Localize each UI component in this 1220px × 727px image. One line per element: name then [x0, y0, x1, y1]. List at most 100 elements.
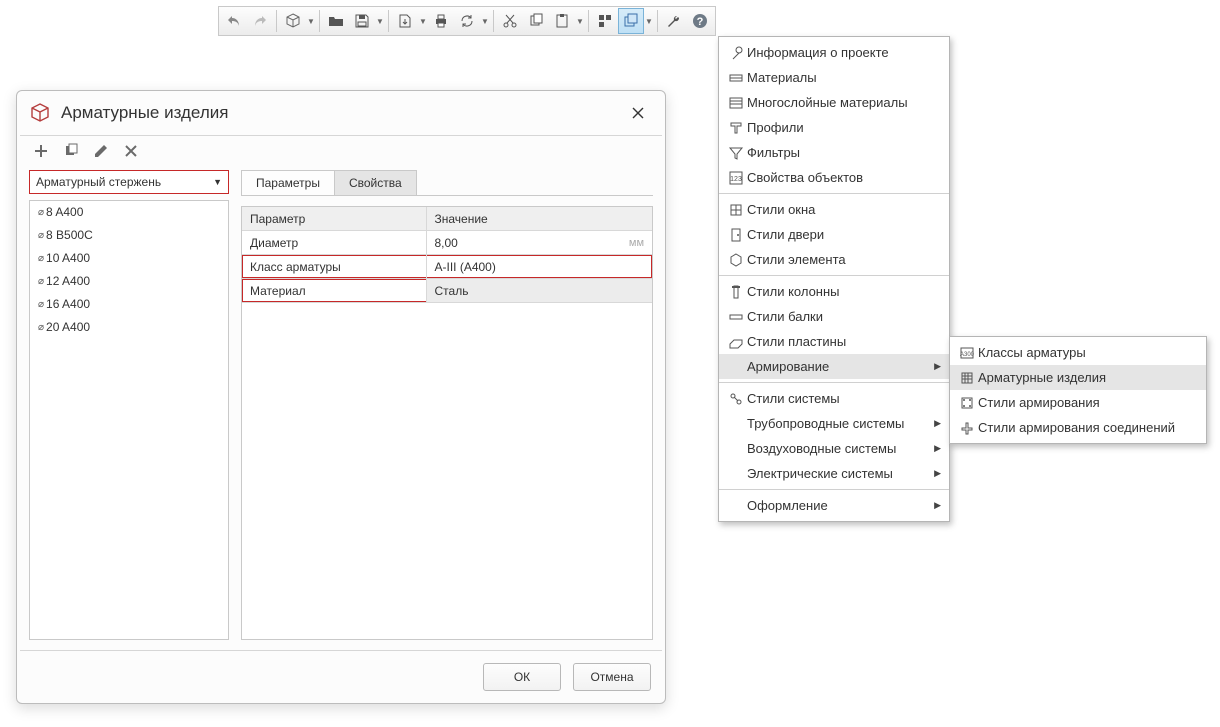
system-icon: [725, 391, 747, 407]
close-button[interactable]: [623, 98, 653, 128]
chevron-down-icon: ▼: [213, 177, 222, 187]
tabs: Параметры Свойства: [241, 170, 653, 196]
submenu-arrow-icon: ▶: [934, 418, 941, 429]
window-icon: [725, 202, 747, 218]
cancel-button[interactable]: Отмена: [573, 663, 651, 691]
list-item[interactable]: ⌀20 A400: [30, 316, 228, 339]
menu-annotation[interactable]: Оформление ▶: [719, 493, 949, 518]
column-icon: [725, 284, 747, 300]
submenu-rebar-products[interactable]: Арматурные изделия: [950, 365, 1206, 390]
element-icon: [725, 252, 747, 268]
svg-text:?: ?: [697, 16, 704, 28]
manage-icon[interactable]: [618, 8, 644, 34]
dialog-icon: [29, 102, 51, 124]
menu-project-info[interactable]: Информация о проекте: [719, 40, 949, 65]
profiles-icon: [725, 120, 747, 136]
menu-electrical-systems[interactable]: Электрические системы ▶: [719, 461, 949, 486]
rebar-class-icon: A300: [956, 345, 978, 361]
properties-icon: 123: [725, 170, 747, 186]
help-icon[interactable]: ?: [687, 7, 713, 35]
menu-reinforcement[interactable]: Армирование ▶: [719, 354, 949, 379]
menu-element-styles[interactable]: Стили элемента: [719, 247, 949, 272]
paste-icon[interactable]: [549, 7, 575, 35]
list-item[interactable]: ⌀12 A400: [30, 270, 228, 293]
cut-icon[interactable]: [497, 7, 523, 35]
cube-icon[interactable]: [280, 7, 306, 35]
paste-dropdown-icon[interactable]: ▼: [575, 7, 585, 35]
info-icon: [725, 45, 747, 61]
submenu-arrow-icon: ▶: [934, 443, 941, 454]
list-item[interactable]: ⌀8 B500C: [30, 224, 228, 247]
list-item[interactable]: ⌀8 A400: [30, 201, 228, 224]
menu-layered-materials[interactable]: Многослойные материалы: [719, 90, 949, 115]
manage-menu: Информация о проекте Материалы Многослой…: [718, 36, 950, 522]
grid-row-class[interactable]: Класс арматуры A-III (A400): [242, 255, 652, 279]
grid-icon: [956, 370, 978, 386]
save-dropdown-icon[interactable]: ▼: [375, 7, 385, 35]
grid-row-diameter[interactable]: Диаметр 8,00мм: [242, 231, 652, 255]
tab-parameters[interactable]: Параметры: [241, 170, 335, 195]
refresh-dropdown-icon[interactable]: ▼: [480, 7, 490, 35]
menu-duct-systems[interactable]: Воздуховодные системы ▶: [719, 436, 949, 461]
save-icon[interactable]: [349, 7, 375, 35]
svg-text:123: 123: [730, 176, 742, 183]
menu-pipe-systems[interactable]: Трубопроводные системы ▶: [719, 411, 949, 436]
joint-icon: [956, 420, 978, 436]
list-item[interactable]: ⌀10 A400: [30, 247, 228, 270]
menu-materials[interactable]: Материалы: [719, 65, 949, 90]
dialog-action-bar: [17, 136, 665, 166]
edit-button[interactable]: [93, 143, 109, 159]
menu-system-styles[interactable]: Стили системы: [719, 386, 949, 411]
property-grid: Параметр Значение Диаметр 8,00мм Класс а…: [241, 206, 653, 640]
rebar-style-icon: [956, 395, 978, 411]
delete-button[interactable]: [123, 143, 139, 159]
tab-properties[interactable]: Свойства: [334, 170, 417, 195]
rebar-products-dialog: Арматурные изделия Арматурный стержень ▼…: [16, 90, 666, 704]
menu-window-styles[interactable]: Стили окна: [719, 197, 949, 222]
add-button[interactable]: [33, 143, 49, 159]
grid-header: Параметр Значение: [242, 207, 652, 231]
menu-filters[interactable]: Фильтры: [719, 140, 949, 165]
layers-icon: [725, 95, 747, 111]
menu-object-properties[interactable]: 123 Свойства объектов: [719, 165, 949, 190]
ok-button[interactable]: ОК: [483, 663, 561, 691]
dialog-title: Арматурные изделия: [61, 103, 623, 123]
redo-icon[interactable]: [247, 7, 273, 35]
duplicate-button[interactable]: [63, 143, 79, 159]
cube-dropdown-icon[interactable]: ▼: [306, 7, 316, 35]
export-dropdown-icon[interactable]: ▼: [418, 7, 428, 35]
print-icon[interactable]: [428, 7, 454, 35]
plate-icon: [725, 334, 747, 350]
filter-icon: [725, 145, 747, 161]
list-item[interactable]: ⌀16 A400: [30, 293, 228, 316]
dialog-titlebar: Арматурные изделия: [17, 91, 665, 135]
menu-plate-styles[interactable]: Стили пластины: [719, 329, 949, 354]
copy-icon[interactable]: [523, 7, 549, 35]
rebar-type-select[interactable]: Арматурный стержень ▼: [29, 170, 229, 194]
submenu-reinforcement-styles[interactable]: Стили армирования: [950, 390, 1206, 415]
svg-text:A300: A300: [960, 352, 975, 358]
submenu-arrow-icon: ▶: [934, 468, 941, 479]
submenu-arrow-icon: ▶: [934, 500, 941, 511]
refresh-icon[interactable]: [454, 7, 480, 35]
menu-column-styles[interactable]: Стили колонны: [719, 279, 949, 304]
beam-icon: [725, 309, 747, 325]
materials-icon: [725, 70, 747, 86]
undo-icon[interactable]: [221, 7, 247, 35]
wrench-icon[interactable]: [661, 7, 687, 35]
door-icon: [725, 227, 747, 243]
export-icon[interactable]: [392, 7, 418, 35]
manage-dropdown-icon[interactable]: ▼: [644, 7, 654, 35]
submenu-joint-reinforcement-styles[interactable]: Стили армирования соединений: [950, 415, 1206, 440]
open-icon[interactable]: [323, 7, 349, 35]
grid-row-material[interactable]: Материал Сталь: [242, 279, 652, 303]
dialog-footer: ОК Отмена: [17, 651, 665, 703]
menu-profiles[interactable]: Профили: [719, 115, 949, 140]
align-icon[interactable]: [592, 7, 618, 35]
menu-beam-styles[interactable]: Стили балки: [719, 304, 949, 329]
main-toolbar: ▼ ▼ ▼ ▼ ▼ ▼ ?: [218, 6, 716, 36]
submenu-arrow-icon: ▶: [934, 361, 941, 372]
menu-door-styles[interactable]: Стили двери: [719, 222, 949, 247]
rebar-list[interactable]: ⌀8 A400 ⌀8 B500C ⌀10 A400 ⌀12 A400 ⌀16 A…: [29, 200, 229, 640]
submenu-rebar-classes[interactable]: A300 Классы арматуры: [950, 340, 1206, 365]
